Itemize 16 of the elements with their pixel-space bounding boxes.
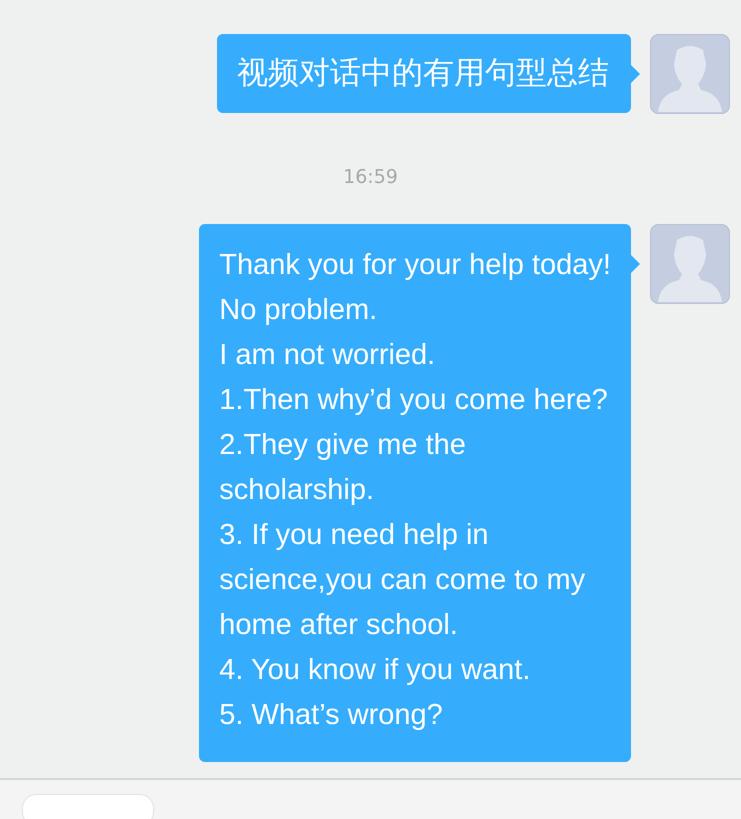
message-text: 4. You know if you want.: [219, 653, 532, 688]
avatar-icon[interactable]: [650, 34, 730, 114]
message-text: scholarship.: [219, 473, 376, 508]
message-text: No problem.: [219, 293, 378, 328]
avatar-icon[interactable]: [650, 224, 730, 304]
message-text: 5. What’s wrong?: [219, 698, 444, 733]
message-text: science,you can come to my: [219, 563, 586, 598]
message-text: 1.Then why’d you come here?: [219, 383, 609, 418]
timestamp: 16:59: [343, 166, 398, 188]
message-text: Thank you for your help today!: [219, 248, 611, 283]
message-text: home after school.: [219, 608, 459, 643]
message-text: 2.They give me the: [219, 428, 467, 463]
message-text: 视频对话中的有用句型总结: [237, 54, 609, 93]
message-text: 3. If you need help in: [219, 518, 490, 553]
input-field[interactable]: [22, 794, 154, 819]
message-text: I am not worried.: [219, 338, 436, 373]
